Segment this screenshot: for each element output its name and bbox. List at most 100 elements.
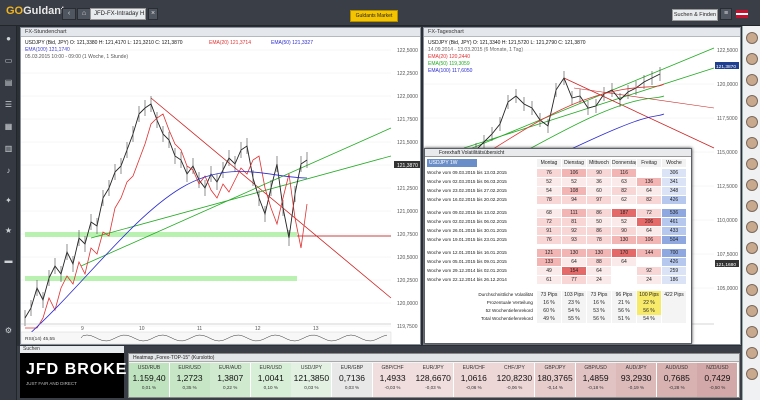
search-button[interactable]: Suchen & Finden bbox=[672, 9, 718, 21]
tile-change: -0,03 % bbox=[384, 385, 401, 390]
volatility-cell: 62 bbox=[612, 196, 636, 204]
volatility-cell: 536 bbox=[662, 209, 686, 217]
close-tab-icon[interactable]: × bbox=[148, 8, 158, 20]
hourly-chart-canvas[interactable]: 122,5000 122,2500 122,0000 121,7500 121,5000… bbox=[21, 38, 420, 344]
week-row-label: Woche vom 26.01.2015 bis 30.01.2015 bbox=[427, 228, 507, 233]
tile-price: 1.159,40 bbox=[132, 373, 166, 383]
user-avatar[interactable] bbox=[746, 326, 758, 338]
heatmap-tile[interactable]: USD/RUB 1.159,40 0,01 % bbox=[129, 363, 170, 397]
summary-label: Total Wochentiefenrekord bbox=[480, 316, 533, 321]
heatmap-tile[interactable]: EUR/USD 1,0041 0,10 % bbox=[250, 363, 292, 397]
heatmap-tile[interactable]: NZD/USD 0,7429 -0,50 % bbox=[697, 363, 739, 397]
support-zone bbox=[25, 232, 297, 237]
user-avatar[interactable] bbox=[746, 53, 758, 65]
week-row-label: Woche vom 29.12.2014 bis 02.01.2015 bbox=[427, 268, 507, 273]
volatility-cell: 86 bbox=[587, 209, 611, 217]
user-avatar[interactable] bbox=[746, 137, 758, 149]
home-icon[interactable]: ⌂ bbox=[77, 8, 91, 20]
volatility-window: Forexhaft Volatilitätsübersicht USDJPY 1… bbox=[424, 148, 692, 344]
search-field[interactable]: Suchen bbox=[20, 346, 124, 353]
tile-price: 1,2723 bbox=[176, 373, 203, 383]
user-avatar[interactable] bbox=[746, 347, 758, 359]
volatility-cell: 50 bbox=[587, 218, 611, 226]
volatility-cell bbox=[637, 258, 661, 266]
user-avatar[interactable] bbox=[746, 368, 758, 380]
heatmap-tile[interactable]: USD/JPY 121,3850 0,03 % bbox=[291, 363, 333, 397]
bell-icon[interactable]: ♪ bbox=[3, 166, 14, 175]
heatmap-tile[interactable]: EUR/AUD 1,3807 0,22 % bbox=[210, 363, 252, 397]
volatility-tab[interactable]: USDJPY 1W bbox=[427, 159, 477, 167]
menu-icon[interactable]: ≡ bbox=[720, 8, 732, 20]
user-avatar[interactable] bbox=[746, 74, 758, 86]
tile-price: 1,4933 bbox=[379, 373, 406, 383]
volatility-cell: 76 bbox=[537, 236, 561, 244]
volatility-cell: 64 bbox=[637, 187, 661, 195]
avatar-icon[interactable]: ● bbox=[3, 34, 14, 43]
summary-cell: 53 % bbox=[587, 307, 611, 315]
language-flag-icon[interactable] bbox=[736, 10, 748, 18]
folder-icon[interactable]: ▬ bbox=[3, 256, 14, 265]
user-avatar[interactable] bbox=[746, 221, 758, 233]
summary-cell: 54 % bbox=[637, 315, 661, 323]
document-icon[interactable]: ▤ bbox=[3, 78, 14, 87]
user-avatar[interactable] bbox=[746, 263, 758, 275]
user-avatar[interactable] bbox=[746, 200, 758, 212]
tile-change: 0,03 % bbox=[304, 385, 319, 390]
calendar-icon[interactable]: ▦ bbox=[3, 122, 14, 131]
week-row-label: Woche vom 09.03.2015 bis 13.03.2015 bbox=[427, 170, 507, 175]
column-header: Donnerstag bbox=[612, 159, 636, 167]
heatmap-tile[interactable]: EUR/GBP 0,7136 0,03 % bbox=[332, 363, 373, 397]
heatmap-tile[interactable]: EUR/CHF 1,0616 -0,06 % bbox=[453, 363, 495, 397]
star-icon[interactable]: ★ bbox=[3, 226, 14, 235]
user-avatar[interactable] bbox=[746, 179, 758, 191]
heatmap-tile[interactable]: EUR/USD 1,2723 0,35 % bbox=[169, 363, 211, 397]
tile-symbol: AUD/USD bbox=[665, 365, 689, 371]
back-button[interactable]: ‹ bbox=[62, 8, 76, 20]
tools-icon[interactable]: ✦ bbox=[3, 196, 14, 205]
user-avatar[interactable] bbox=[746, 32, 758, 44]
volatility-cell: 81 bbox=[562, 218, 586, 226]
volatility-cell: 78 bbox=[587, 236, 611, 244]
time-axis-label: 10 bbox=[139, 326, 145, 332]
price-axis-label: 112,5000 bbox=[717, 184, 738, 190]
heatmap-tile[interactable]: GBP/USD 1,4859 -0,18 % bbox=[575, 363, 617, 397]
tile-price: 0,7136 bbox=[339, 373, 365, 383]
price-axis-label: 117,5000 bbox=[717, 116, 738, 122]
heatmap-tile[interactable]: AUD/USD 0,7685 -0,28 % bbox=[656, 363, 698, 397]
tile-change: 0,01 % bbox=[141, 385, 157, 390]
summary-cell: 51 % bbox=[612, 315, 636, 323]
week-row-label: Woche vom 12.01.2015 bis 16.01.2015 bbox=[427, 250, 507, 255]
heatmap-tile[interactable]: GBP/JPY 180,3765 -0,14 % bbox=[535, 363, 576, 397]
heatmap-tile[interactable]: CHF/JPY 120,8230 -0,06 % bbox=[494, 363, 536, 397]
heatmap-tile[interactable]: EUR/JPY 128,6670 -0,03 % bbox=[413, 363, 455, 397]
heatmap-tile[interactable]: AUD/JPY 93,2930 -0,19 % bbox=[616, 363, 658, 397]
user-avatar[interactable] bbox=[746, 158, 758, 170]
week-row-label: Woche vom 22.12.2014 bis 26.12.2014 bbox=[427, 277, 507, 282]
ema50-line bbox=[24, 171, 308, 339]
settings-icon[interactable]: ⚙ bbox=[3, 326, 14, 335]
summary-cell: 56 % bbox=[612, 307, 636, 315]
user-avatar[interactable] bbox=[746, 95, 758, 107]
user-avatar[interactable] bbox=[746, 116, 758, 128]
user-avatar[interactable] bbox=[746, 305, 758, 317]
list-icon[interactable]: ☰ bbox=[3, 100, 14, 109]
week-row-label: Woche vom 02.02.2015 bis 06.02.2015 bbox=[427, 219, 507, 224]
heatmap-tile[interactable]: GBP/CHF 1,4933 -0,03 % bbox=[372, 363, 414, 397]
price-axis-label: 121,7500 bbox=[397, 117, 418, 123]
monitor-icon[interactable]: ▭ bbox=[3, 56, 14, 65]
summary-cell: 60 % bbox=[537, 307, 561, 315]
chart-icon[interactable]: ▥ bbox=[3, 144, 14, 153]
tile-symbol: GBP/JPY bbox=[544, 365, 566, 371]
column-header: Mittwoch bbox=[587, 159, 611, 167]
time-axis-label: 13 bbox=[313, 326, 319, 332]
symbol-tab[interactable]: JFD-FX-Intraday H1 D W bbox=[90, 8, 146, 20]
tile-change: -0,28 % bbox=[668, 385, 685, 390]
user-avatar[interactable] bbox=[746, 242, 758, 254]
tile-change: 0,10 % bbox=[263, 385, 278, 390]
jfd-brokers-banner[interactable]: JFD BROKERS JUST FAIR AND DIRECT bbox=[20, 353, 151, 398]
market-button[interactable]: Guldants Market bbox=[350, 10, 398, 22]
summary-cell: 100 Pips bbox=[637, 291, 661, 299]
summary-cell: 96 Pips bbox=[612, 291, 636, 299]
user-avatar[interactable] bbox=[746, 284, 758, 296]
price-axis-label: 120,0000 bbox=[717, 82, 738, 88]
